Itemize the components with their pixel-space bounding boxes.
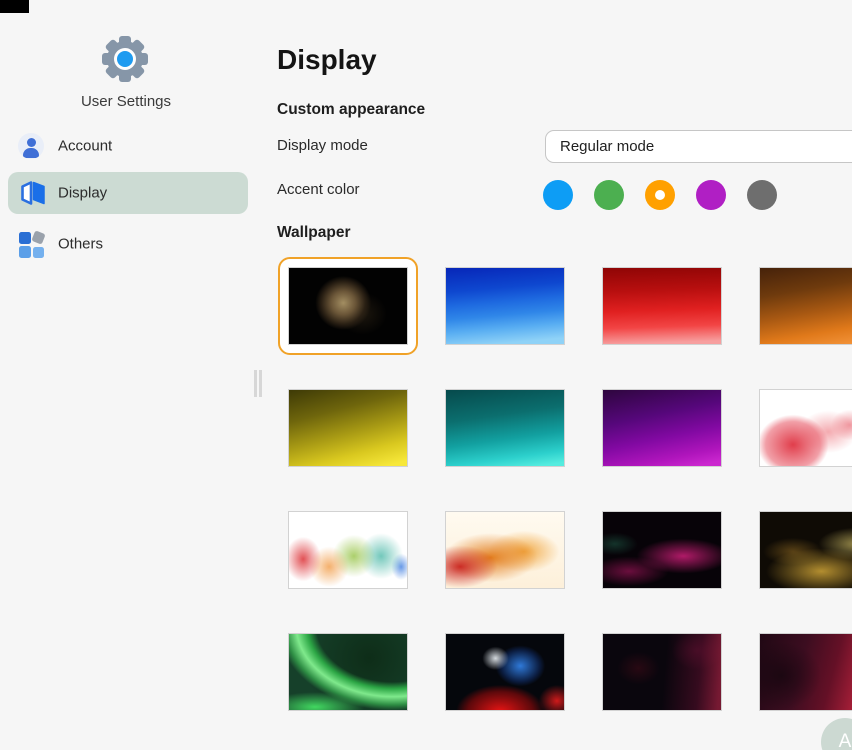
wallpaper-heading: Wallpaper <box>277 224 351 242</box>
wallpaper-thumbnail-green-swirls <box>288 633 408 711</box>
wallpaper-option-green-swirls[interactable] <box>278 623 418 721</box>
wallpaper-option-crimson-abstract[interactable] <box>749 623 852 721</box>
display-mode-select[interactable]: Regular mode <box>545 130 852 163</box>
custom-appearance-heading: Custom appearance <box>277 101 425 119</box>
wallpaper-thumbnail-orange-flame-on-cream <box>445 511 565 589</box>
wallpaper-option-olive-yellow-waves[interactable] <box>278 379 418 477</box>
display-mode-value: Regular mode <box>560 138 654 155</box>
display-mode-label: Display mode <box>277 137 368 154</box>
wallpaper-thumbnail-gold-waves-dark <box>759 511 852 589</box>
wallpaper-thumbnail-crimson-abstract <box>759 633 852 711</box>
wallpaper-option-gold-waves-dark[interactable] <box>749 501 852 599</box>
wallpaper-option-orange-flame-on-cream[interactable] <box>435 501 575 599</box>
sidebar-item-display[interactable]: Display <box>8 172 248 214</box>
wallpaper-thumbnail-dark-animal-portrait <box>288 267 408 345</box>
display-panels-icon <box>19 179 47 207</box>
wallpaper-thumbnail-red-silk-on-white <box>759 389 852 467</box>
sidebar-resize-handle[interactable] <box>254 370 264 397</box>
wallpaper-thumbnail-rainbow-silk-on-white <box>288 511 408 589</box>
wallpaper-thumbnail-blue-red-ink-dark <box>445 633 565 711</box>
accent-swatch-magenta[interactable] <box>696 180 726 210</box>
account-person-icon <box>18 133 44 159</box>
wallpaper-option-red-waves[interactable] <box>592 257 732 355</box>
accent-color-label: Accent color <box>277 181 360 198</box>
wallpaper-option-rainbow-silk-on-white[interactable] <box>278 501 418 599</box>
sidebar-item-label: Display <box>58 185 107 202</box>
sidebar-item-others[interactable]: Others <box>8 223 248 265</box>
wallpaper-option-purple-waves[interactable] <box>592 379 732 477</box>
settings-window: User Settings Account Display Others <box>0 0 852 750</box>
wallpaper-thumbnail-dark-red-shadow <box>602 633 722 711</box>
wallpaper-option-red-silk-on-white[interactable] <box>749 379 852 477</box>
sidebar-item-account[interactable]: Account <box>8 125 248 167</box>
sidebar-item-label: Account <box>58 138 112 155</box>
wallpaper-option-blue-waves[interactable] <box>435 257 575 355</box>
wallpaper-thumbnail-purple-waves <box>602 389 722 467</box>
wallpaper-option-dark-red-shadow[interactable] <box>592 623 732 721</box>
wallpaper-thumbnail-orange-brown-waves <box>759 267 852 345</box>
accent-color-swatches <box>543 180 777 210</box>
sidebar: User Settings Account Display Others <box>0 0 258 750</box>
accent-swatch-blue[interactable] <box>543 180 573 210</box>
wallpaper-thumbnail-teal-waves <box>445 389 565 467</box>
accent-swatch-green[interactable] <box>594 180 624 210</box>
sidebar-title: User Settings <box>0 93 252 110</box>
wallpaper-grid <box>278 257 852 721</box>
wallpaper-option-dark-animal-portrait[interactable] <box>278 257 418 355</box>
wallpaper-thumbnail-blue-waves <box>445 267 565 345</box>
floating-action-button[interactable]: A <box>821 718 852 750</box>
wallpaper-thumbnail-olive-yellow-waves <box>288 389 408 467</box>
page-title: Display <box>277 44 377 76</box>
others-grid-icon <box>19 231 46 258</box>
wallpaper-thumbnail-magenta-smoke-dark <box>602 511 722 589</box>
wallpaper-option-orange-brown-waves[interactable] <box>749 257 852 355</box>
wallpaper-option-teal-waves[interactable] <box>435 379 575 477</box>
wallpaper-option-magenta-smoke-dark[interactable] <box>592 501 732 599</box>
wallpaper-option-blue-red-ink-dark[interactable] <box>435 623 575 721</box>
accent-swatch-gray[interactable] <box>747 180 777 210</box>
wallpaper-thumbnail-red-waves <box>602 267 722 345</box>
accent-swatch-orange[interactable] <box>645 180 675 210</box>
sidebar-item-label: Others <box>58 236 103 253</box>
settings-gear-icon <box>102 36 148 82</box>
floating-action-label: A <box>839 731 852 750</box>
